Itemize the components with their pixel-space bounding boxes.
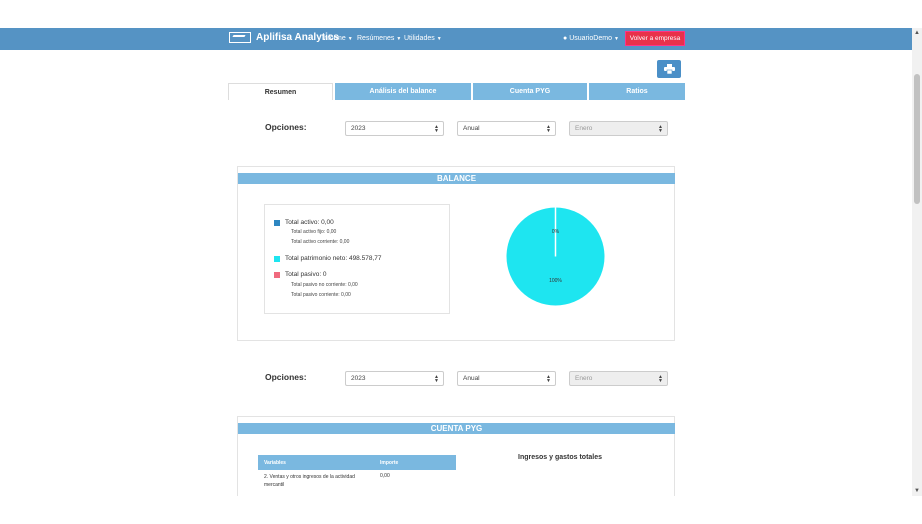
scroll-thumb[interactable] xyxy=(914,74,920,204)
menu-utilidades[interactable]: Utilidades ▼ xyxy=(404,35,442,42)
window-bottom xyxy=(0,496,922,524)
page-scrollbar[interactable]: ▲ ▼ xyxy=(912,28,922,496)
year-select[interactable]: 2023 ▲ ▼ xyxy=(345,371,444,386)
legend-pasivo-no-corriente: Total pasivo no corriente: 0,00 xyxy=(291,282,358,288)
caret-down-icon: ▼ xyxy=(436,36,442,42)
legend-activo-fijo: Total activo fijo: 0,00 xyxy=(291,229,337,235)
legend-total-activo: Total activo: 0,00 xyxy=(274,219,334,226)
legend-swatch xyxy=(274,219,280,226)
volver-empresa-button[interactable]: Volver a empresa xyxy=(625,31,685,46)
select-arrows-icon: ▲ ▼ xyxy=(434,124,439,134)
scroll-down-icon[interactable]: ▼ xyxy=(914,488,920,494)
pie-label-hundred: 100% xyxy=(549,278,562,284)
period-select[interactable]: Anual ▲ ▼ xyxy=(457,121,556,136)
aplifisa-logo-icon xyxy=(229,32,251,43)
caret-down-icon: ▼ xyxy=(396,36,402,42)
top-navbar: Aplifisa Analytics Informe ▼ Resúmenes ▼ U… xyxy=(0,28,912,50)
scroll-up-icon[interactable]: ▲ xyxy=(914,30,920,36)
tab-resumen[interactable]: Resumen xyxy=(228,83,333,100)
legend-swatch xyxy=(274,255,280,262)
menu-resumenes[interactable]: Resúmenes ▼ xyxy=(357,35,401,42)
pyg-table-header: Variables Importe xyxy=(258,455,456,470)
select-arrows-icon: ▲ ▼ xyxy=(658,124,663,134)
legend-total-pasivo: Total pasivo: 0 xyxy=(274,271,327,278)
month-select: Enero ▲ ▼ xyxy=(569,371,668,386)
tab-analisis-balance[interactable]: Análisis del balance xyxy=(335,83,471,100)
caret-down-icon: ▼ xyxy=(613,36,619,42)
table-row: 2. Ventas y otros ingresos de la activid… xyxy=(258,470,456,496)
pie-label-zero: 0% xyxy=(552,229,560,235)
opciones-label: Opciones: xyxy=(265,372,307,382)
select-arrows-icon: ▲ ▼ xyxy=(658,374,663,384)
tab-cuenta-pyg[interactable]: Cuenta PYG xyxy=(473,83,587,100)
legend-activo-corriente: Total activo corriente: 0,00 xyxy=(291,239,350,245)
period-select[interactable]: Anual ▲ ▼ xyxy=(457,371,556,386)
col-importe: Importe xyxy=(380,460,399,466)
report-tabs: Resumen Análisis del balance Cuenta PYG … xyxy=(228,83,685,100)
select-arrows-icon: ▲ ▼ xyxy=(434,374,439,384)
legend-swatch xyxy=(274,271,280,278)
col-variables: Variables xyxy=(264,460,286,466)
select-arrows-icon: ▲ ▼ xyxy=(546,374,551,384)
month-select: Enero ▲ ▼ xyxy=(569,121,668,136)
row-variable: 2. Ventas y otros ingresos de la activid… xyxy=(264,474,355,488)
legend-patrimonio-neto: Total patrimonio neto: 498.578,77 xyxy=(274,255,381,262)
balance-title: BALANCE xyxy=(238,173,675,184)
opciones-label: Opciones: xyxy=(265,122,307,132)
row-importe: 0,00 xyxy=(380,473,390,479)
year-select[interactable]: 2023 ▲ ▼ xyxy=(345,121,444,136)
balance-pie-chart: 0% 100% xyxy=(506,207,605,306)
legend-pasivo-corriente: Total pasivo corriente: 0,00 xyxy=(291,292,351,298)
print-button[interactable] xyxy=(657,60,681,78)
user-name: UsuarioDemo xyxy=(569,35,612,42)
menu-informe[interactable]: Informe ▼ xyxy=(322,35,353,42)
tab-ratios[interactable]: Ratios xyxy=(589,83,685,100)
user-menu[interactable]: ● UsuarioDemo ▼ xyxy=(563,35,619,42)
user-icon: ● xyxy=(563,35,568,42)
pyg-title: CUENTA PYG xyxy=(238,423,675,434)
pyg-chart-title: Ingresos y gastos totales xyxy=(518,454,603,461)
select-arrows-icon: ▲ ▼ xyxy=(546,124,551,134)
printer-icon xyxy=(663,64,675,74)
caret-down-icon: ▼ xyxy=(347,36,353,42)
